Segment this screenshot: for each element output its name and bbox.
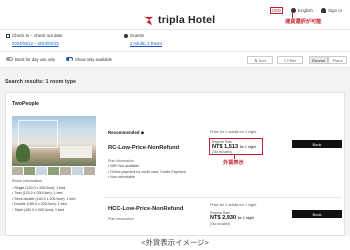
plan-name: RC-Low-Price-NonRefund (108, 145, 180, 151)
tab-plans[interactable]: Plans (328, 56, 347, 64)
brand-name: tripla Hotel (158, 14, 216, 26)
price-value: NT$ 2,930 (210, 215, 237, 221)
currency-annotation: 通貨選択が可能 (285, 19, 322, 25)
filter-bar: Book for day use only Show only availabl… (0, 52, 350, 68)
room-card: TwoPeople Room Information Single (120.0… (5, 92, 345, 236)
guests-value[interactable]: 2 Adults, 1 Room (130, 41, 162, 46)
language-selector[interactable]: English (290, 7, 313, 14)
tab-rooms[interactable]: Rooms (309, 56, 328, 64)
plan-name: HCC-Low-Price-NonRefund (108, 206, 184, 212)
available-toggle[interactable] (66, 57, 73, 61)
checkin-label-text: Check in – check out date (12, 33, 63, 38)
room-information: Room Information Single (120.0 x 200.0cm… (12, 179, 98, 214)
book-button[interactable]: Book (292, 140, 342, 148)
tax-label: (Tax included) (212, 150, 232, 154)
results-count: Search results: 1 room type (5, 79, 77, 85)
price-for-label: Price for 2 adults for 1 night (210, 203, 257, 207)
sort-button[interactable]: ⇅ Sort (247, 56, 273, 64)
price-per: for 1 night (237, 216, 254, 220)
room-title: TwoPeople (12, 101, 39, 107)
header: tripla Hotel USD English Sign in 通貨選択が可能 (0, 0, 350, 30)
plan-bullet: Non-refundable (108, 175, 198, 180)
guests-label-text: Guests (130, 33, 144, 38)
plan-divider (104, 197, 342, 198)
booking-page: tripla Hotel USD English Sign in 通貨選択が可能… (0, 0, 350, 236)
book-button[interactable]: Book (292, 210, 342, 218)
thumbnail[interactable] (48, 167, 59, 175)
price-for-label: Price for 2 adults for 1 night (210, 130, 257, 134)
day-use-toggle[interactable] (6, 57, 13, 61)
thumbnail[interactable] (60, 167, 71, 175)
filter-button[interactable]: ≡ Filter (277, 56, 303, 64)
tax-label: (Tax included) (210, 222, 230, 226)
price-annotation: 外貨表示 (223, 160, 244, 166)
price-per: for 1 night (239, 145, 256, 149)
thumbnail[interactable] (36, 167, 47, 175)
sort-label: Sort (258, 57, 266, 63)
tripla-logo-icon (143, 16, 154, 25)
user-icon (320, 8, 326, 14)
header-utilities: USD English Sign in (269, 7, 342, 14)
plan-price: NT$ 2,930 for 1 night (210, 215, 254, 221)
guests-icon (124, 33, 128, 38)
thumbnail[interactable] (12, 167, 23, 175)
day-use-label: Book for day use only (15, 57, 56, 62)
plan-information: Plan information WiFi Not available Onli… (108, 159, 198, 181)
checkin-label: Check in – check out date (6, 33, 63, 38)
thumbnail[interactable] (72, 167, 83, 175)
calendar-icon (6, 33, 10, 38)
thumbnail[interactable] (24, 167, 35, 175)
plan-info-heading: Plan information (108, 217, 134, 221)
recommended-badge: Recommended ◆ (108, 130, 145, 135)
checkin-dates[interactable]: 2024/04/12 – 2024/04/13 (12, 41, 59, 46)
language-label: English (297, 7, 313, 13)
image-caption: <外貨表示イメージ> (141, 238, 209, 247)
filter-label: Filter (287, 57, 297, 63)
brand-logo[interactable]: tripla Hotel (143, 14, 215, 26)
signin-label: Sign in (327, 7, 342, 13)
price-box: Regular Rate NT$ 1,513 for 1 night (Tax … (209, 138, 263, 155)
available-label: Show only available (75, 57, 113, 62)
room-info-heading: Room Information (12, 179, 43, 183)
guests-label: Guests (124, 33, 144, 38)
search-summary: Check in – check out date 2024/04/12 – 2… (0, 30, 350, 52)
bed-item: Triple (160.0 x 200.0cm): 1 bed (12, 208, 98, 214)
room-photo[interactable] (12, 116, 96, 166)
currency-selector[interactable]: USD (269, 7, 283, 14)
signin-link[interactable]: Sign in (320, 7, 342, 14)
thumbnail[interactable] (84, 167, 95, 175)
room-thumbnails (12, 167, 95, 175)
